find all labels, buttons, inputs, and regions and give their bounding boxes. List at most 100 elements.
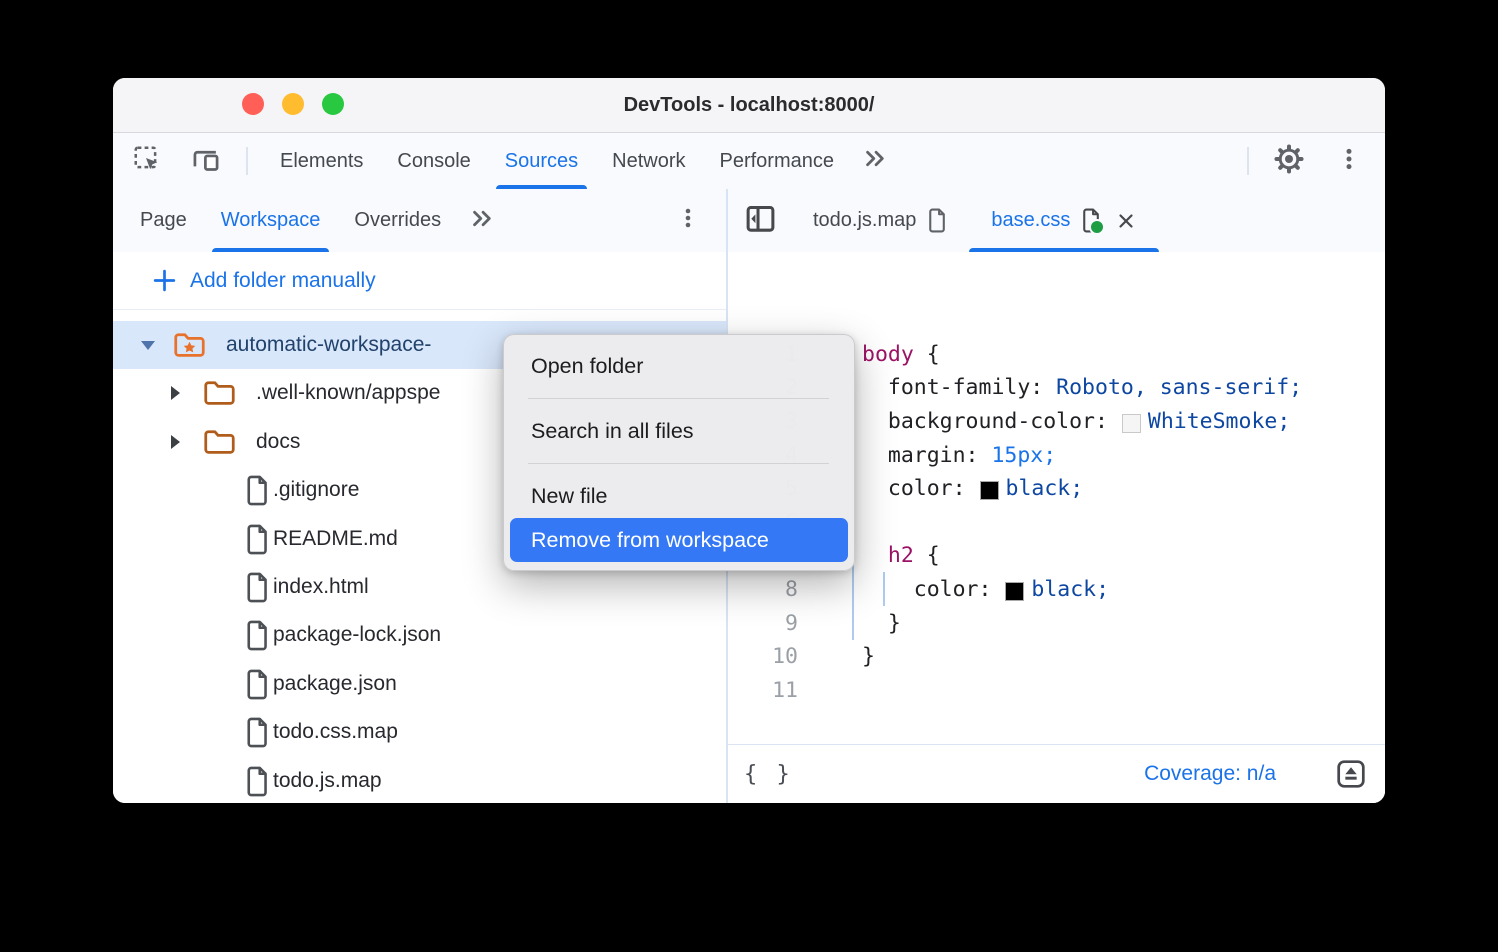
tab-performance[interactable]: Performance: [703, 133, 852, 189]
code-line: }: [862, 606, 901, 640]
unsaved-changes-dot: [1089, 219, 1105, 235]
code-token: h2: [888, 543, 914, 568]
code-token: {: [914, 342, 940, 367]
tree-item-package.json[interactable]: package.json: [113, 660, 726, 708]
code-token: background-color:: [862, 409, 1121, 434]
folder-icon: [203, 379, 236, 413]
tree-item-todo.js.map[interactable]: todo.js.map: [113, 757, 726, 803]
menu-item-new-file[interactable]: New file: [510, 474, 848, 518]
editor-tab-strip: todo.js.map base.css: [728, 189, 1385, 252]
tab-label: Console: [397, 150, 470, 173]
main-menu-button[interactable]: [1331, 133, 1367, 189]
tab-label: Performance: [720, 150, 835, 173]
code-token: color:: [862, 577, 1004, 602]
tab-console[interactable]: Console: [380, 133, 487, 189]
code-line: background-color: WhiteSmoke;: [862, 404, 1290, 438]
file-icon: [243, 572, 270, 609]
tree-item-label: README.md: [273, 527, 398, 551]
file-icon: [243, 620, 270, 657]
tab-network[interactable]: Network: [595, 133, 702, 189]
kebab-menu-icon: [676, 206, 700, 235]
tab-elements[interactable]: Elements: [263, 133, 380, 189]
curly-braces-icon: { }: [744, 762, 793, 787]
tab-label: Elements: [280, 150, 363, 173]
file-icon: [243, 669, 270, 706]
add-folder-row[interactable]: Add folder manually: [113, 252, 726, 310]
tree-item-label: package.json: [273, 672, 397, 696]
navigator-menu-button[interactable]: [676, 189, 700, 252]
more-panel-tabs-button[interactable]: [458, 189, 507, 252]
toggle-sidebar-button[interactable]: [728, 189, 791, 252]
code-token: Roboto, sans-serif;: [1056, 375, 1302, 400]
toolbar-separator: [246, 147, 248, 175]
editor-tab-base.css[interactable]: base.css: [969, 189, 1159, 252]
tab-label: Sources: [505, 150, 578, 173]
menu-item-remove-from-workspace[interactable]: Remove from workspace: [510, 518, 848, 562]
menu-item-label: New file: [531, 484, 607, 509]
color-swatch-icon[interactable]: [1005, 582, 1024, 601]
sources-panel-tabs: PageWorkspace Overrides: [123, 189, 507, 252]
tree-item-label: .gitignore: [273, 478, 359, 502]
editor-tab-label: base.css: [991, 209, 1070, 232]
context-menu: Open folder Search in all files New file Re…: [503, 334, 855, 571]
expand-arrow-icon[interactable]: [141, 341, 155, 350]
device-toolbar-icon: [190, 144, 222, 179]
tree-item-label: index.html: [273, 575, 369, 599]
panel-tab-workspace[interactable]: Workspace: [204, 189, 338, 252]
main-toolbar: Elements Console Sources Network Performance: [113, 133, 1385, 190]
more-tabs-button[interactable]: [851, 133, 900, 189]
main-toolbar-tabs: Elements Console Sources Network Performance: [263, 133, 900, 189]
color-swatch-icon[interactable]: [1122, 414, 1141, 433]
coverage-link[interactable]: Coverage: n/a: [1144, 745, 1276, 803]
color-swatch-icon[interactable]: [980, 481, 999, 500]
inspect-cursor-icon: [132, 144, 162, 179]
code-token: margin:: [862, 443, 991, 468]
code-token: }: [862, 644, 875, 669]
tree-item-label: docs: [256, 430, 300, 454]
menu-item-label: Search in all files: [531, 419, 694, 444]
document-icon: [1080, 208, 1101, 233]
menu-separator: [528, 398, 829, 399]
code-token: black;: [1031, 577, 1109, 602]
code-line: color: black;: [862, 472, 1083, 506]
tab-sources[interactable]: Sources: [488, 133, 595, 189]
close-tab-icon[interactable]: [1115, 210, 1137, 232]
pretty-print-button[interactable]: { }: [744, 745, 793, 803]
code-token: body: [862, 342, 914, 367]
device-toolbar-button[interactable]: [185, 133, 227, 189]
menu-item-search-in-all-files[interactable]: Search in all files: [510, 409, 848, 453]
show-panel-button[interactable]: [1335, 758, 1367, 795]
code-line: h2 {: [862, 539, 940, 573]
code-line: color: black;: [862, 572, 1109, 606]
gear-icon: [1273, 143, 1305, 180]
tab-label: Overrides: [354, 209, 441, 232]
title-bar: DevTools - localhost:8000/: [113, 78, 1385, 133]
editor-tab-todo.js.map[interactable]: todo.js.map: [791, 189, 969, 252]
kebab-menu-icon: [1336, 146, 1362, 177]
chevron-double-right-icon: [470, 206, 495, 236]
tree-item-todo.css.map[interactable]: todo.css.map: [113, 708, 726, 756]
menu-item-open-folder[interactable]: Open folder: [510, 344, 848, 388]
line-number: 11: [728, 673, 798, 707]
collapse-arrow-icon[interactable]: [171, 435, 180, 449]
code-line: body {: [862, 337, 940, 371]
code-token: color:: [862, 476, 979, 501]
code-token: font-family:: [862, 375, 1056, 400]
tree-item-package-lock.json[interactable]: package-lock.json: [113, 611, 726, 659]
tree-item-label: .well-known/appspe: [256, 381, 440, 405]
collapse-arrow-icon[interactable]: [171, 386, 180, 400]
panel-tab-overrides[interactable]: Overrides: [337, 189, 458, 252]
line-number: 8: [728, 572, 798, 606]
code-line: }: [862, 640, 875, 674]
code-line: margin: 15px;: [862, 438, 1056, 472]
code-line: font-family: Roboto, sans-serif;: [862, 371, 1302, 405]
line-number: 9: [728, 606, 798, 640]
file-icon: [243, 717, 270, 754]
settings-button[interactable]: [1268, 133, 1310, 189]
panel-tab-page[interactable]: Page: [123, 189, 204, 252]
file-icon: [243, 766, 270, 803]
eject-icon: [1335, 777, 1367, 794]
inspect-element-button[interactable]: [127, 133, 167, 189]
window-title: DevTools - localhost:8000/: [113, 78, 1385, 132]
code-token: black;: [1006, 476, 1084, 501]
